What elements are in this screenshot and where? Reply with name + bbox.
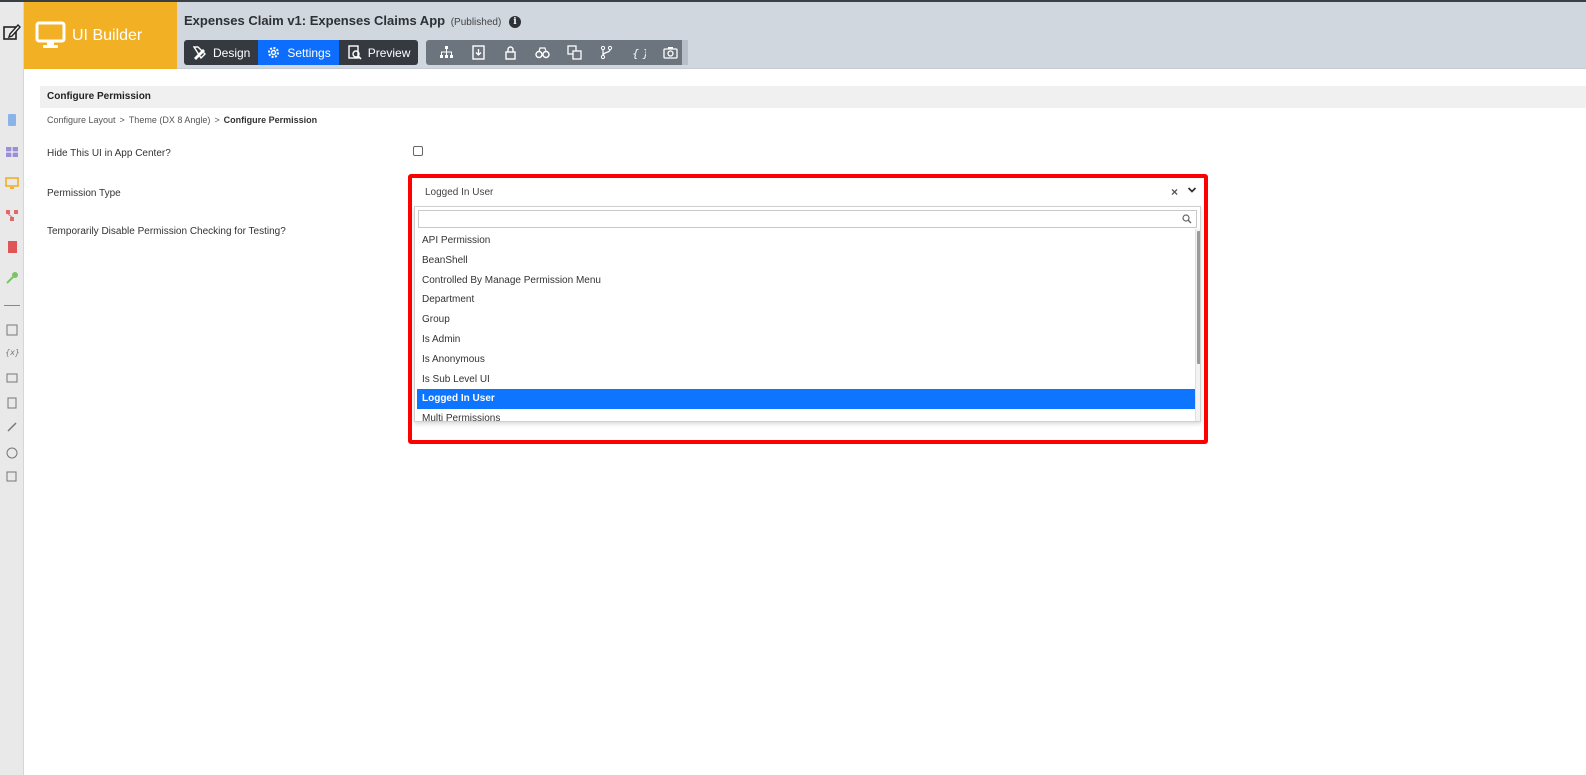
app-title: Expenses Claim v1: Expenses Claims App (… [184,13,521,28]
json-button[interactable]: { } [622,40,654,65]
clear-icon[interactable]: × [1171,185,1178,199]
option-controlled-by-menu[interactable]: Controlled By Manage Permission Menu [417,271,1195,291]
app-title-text: Expenses Claim v1: Expenses Claims App [184,13,446,28]
left-toolbar: {x} [0,2,24,775]
svg-text:{x}: {x} [5,348,19,357]
option-department[interactable]: Department [417,290,1195,310]
option-beanshell[interactable]: BeanShell [417,251,1195,271]
monitor-icon[interactable] [5,176,19,190]
import-button[interactable] [462,40,494,65]
search-icon [1182,214,1192,224]
design-mode-label: Design [213,45,251,60]
plugin-icon[interactable] [5,420,19,434]
find-usage-button[interactable] [526,40,558,65]
option-group[interactable]: Group [417,310,1195,330]
permission-type-select[interactable]: Logged In User × [413,179,1201,207]
file-icon[interactable] [5,396,19,410]
note-icon[interactable] [5,323,19,337]
svg-text:{ }: { } [632,47,646,60]
permission-button[interactable] [494,40,526,65]
section-title: Configure Permission [47,91,151,102]
settings-mode-button[interactable]: Settings [258,40,339,65]
pdf-icon[interactable] [5,240,19,254]
breadcrumb-current: Configure Permission [223,115,318,125]
pencil-ruler-icon [192,46,206,60]
option-logged-in-user[interactable]: Logged In User [417,389,1195,410]
code-braces-icon: { } [632,47,646,60]
dropdown-search-input[interactable] [421,212,1176,226]
option-multi-permissions[interactable]: Multi Permissions [417,409,1195,421]
dropdown-scrollbar-thumb[interactable] [1197,231,1200,364]
dashboard-icon[interactable] [5,445,19,459]
dropdown-scrollbar[interactable] [1195,229,1200,421]
toolbar-divider [4,305,20,306]
document-icon[interactable] [5,113,19,127]
option-api-permission[interactable]: API Permission [417,231,1195,251]
publish-status: (Published) [450,17,502,28]
table-icon[interactable] [5,145,19,159]
dropdown-search [418,210,1197,228]
settings-mode-label: Settings [287,45,331,60]
sitemap-icon [439,46,453,58]
breadcrumb-configure-layout[interactable]: Configure Layout [47,115,116,125]
permission-type-dropdown: API Permission BeanShell Controlled By M… [414,206,1201,422]
mode-switcher: Design Settings Preview [184,40,419,65]
process-icon[interactable] [5,208,19,222]
dropdown-options: API Permission BeanShell Controlled By M… [417,231,1195,421]
breadcrumb-separator: > [119,115,125,125]
branch-icon [600,45,612,60]
import-icon [471,45,485,60]
app-header: Expenses Claim v1: Expenses Claims App (… [177,2,1586,69]
breadcrumb-separator: > [214,115,220,125]
design-mode-button[interactable]: Design [184,40,259,65]
binoculars-icon [534,47,550,59]
lock-icon [504,46,516,60]
breadcrumb: Configure Layout > Theme (DX 8 Angle) > Conf… [47,115,317,125]
preview-mode-label: Preview [367,45,411,60]
key-icon[interactable] [5,271,19,285]
hide-in-app-center-checkbox[interactable] [413,146,423,156]
brand-title: UI Builder [72,27,143,44]
permission-type-label: Permission Type [47,188,121,199]
monitor-logo-icon [35,21,66,48]
option-is-anonymous[interactable]: Is Anonymous [417,350,1195,370]
variable-icon[interactable]: {x} [5,345,19,359]
tree-view-button[interactable] [430,40,462,65]
brand-block[interactable]: UI Builder [24,2,177,69]
hide-in-app-center-label: Hide This UI in App Center? [47,148,171,159]
translate-icon [566,45,582,60]
camera-icon [662,47,678,59]
section-header: Configure Permission [40,86,1586,108]
toolbar-more-handle[interactable] [682,40,688,65]
breadcrumb-theme[interactable]: Theme (DX 8 Angle) [129,115,211,125]
builder-toolbar: { } [426,40,688,65]
disable-permission-label: Temporarily Disable Permission Checking … [47,226,286,237]
version-button[interactable] [590,40,622,65]
resources-icon[interactable] [5,371,19,385]
export-icon[interactable] [5,469,19,483]
option-is-sub-level-ui[interactable]: Is Sub Level UI [417,370,1195,390]
permission-type-value: Logged In User [425,187,494,198]
preview-mode-button[interactable]: Preview [338,40,419,65]
info-icon[interactable]: i [508,16,521,28]
chevron-down-icon[interactable] [1187,185,1197,195]
preview-icon [348,45,362,60]
option-is-admin[interactable]: Is Admin [417,330,1195,350]
edit-icon[interactable] [2,22,22,42]
translate-button[interactable] [558,40,590,65]
gear-icon [268,47,280,58]
